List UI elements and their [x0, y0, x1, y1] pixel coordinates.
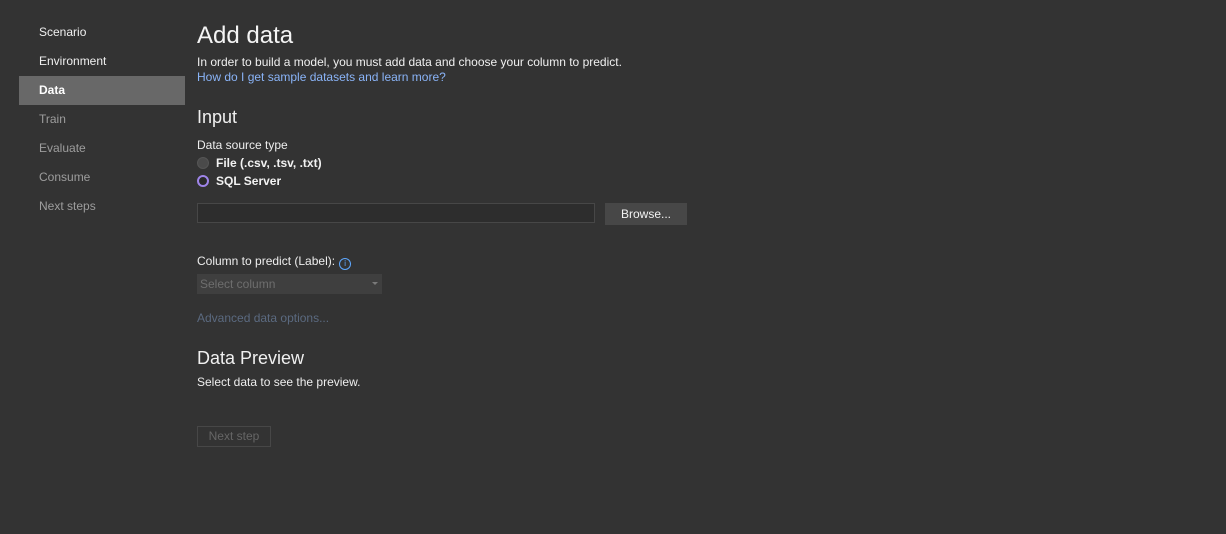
- sidebar-item-train[interactable]: Train: [19, 105, 185, 134]
- sidebar-item-data[interactable]: Data: [19, 76, 185, 105]
- radio-sql-server-label: SQL Server: [216, 174, 282, 188]
- radio-file[interactable]: File (.csv, .tsv, .txt): [197, 156, 322, 170]
- main-content: Add data In order to build a model, you …: [197, 20, 1197, 447]
- radio-file-label: File (.csv, .tsv, .txt): [216, 156, 322, 170]
- browse-button[interactable]: Browse...: [605, 203, 687, 225]
- data-preview-heading: Data Preview: [197, 348, 305, 368]
- data-preview-text: Select data to see the preview.: [197, 375, 361, 389]
- advanced-data-options-link[interactable]: Advanced data options...: [197, 311, 329, 325]
- info-icon[interactable]: i: [339, 258, 352, 270]
- sidebar: Scenario Environment Data Train Evaluate…: [19, 18, 185, 221]
- radio-circle-sql-server[interactable]: [197, 175, 209, 187]
- data-source-type-label: Data source type: [197, 138, 288, 152]
- chevron-down-icon: [372, 282, 378, 285]
- connection-path-input[interactable]: [197, 203, 595, 223]
- radio-sql-server[interactable]: SQL Server: [197, 174, 281, 188]
- select-column-placeholder: Select column: [200, 277, 276, 291]
- app-root: Scenario Environment Data Train Evaluate…: [0, 0, 1226, 534]
- sample-datasets-link[interactable]: How do I get sample datasets and learn m…: [197, 70, 446, 84]
- column-to-predict-text: Column to predict (Label):: [197, 254, 336, 268]
- next-step-button[interactable]: Next step: [197, 426, 271, 447]
- sidebar-item-next-steps[interactable]: Next steps: [19, 192, 185, 221]
- select-column-dropdown[interactable]: Select column: [197, 274, 382, 294]
- intro-text: In order to build a model, you must add …: [197, 55, 622, 69]
- radio-circle-file[interactable]: [197, 157, 209, 169]
- sidebar-item-environment[interactable]: Environment: [19, 47, 185, 76]
- column-to-predict-label: Column to predict (Label): i: [197, 254, 352, 270]
- sidebar-item-evaluate[interactable]: Evaluate: [19, 134, 185, 163]
- page-title: Add data: [197, 22, 294, 49]
- sidebar-item-consume[interactable]: Consume: [19, 163, 185, 192]
- input-heading: Input: [197, 107, 238, 127]
- sidebar-item-scenario[interactable]: Scenario: [19, 18, 185, 47]
